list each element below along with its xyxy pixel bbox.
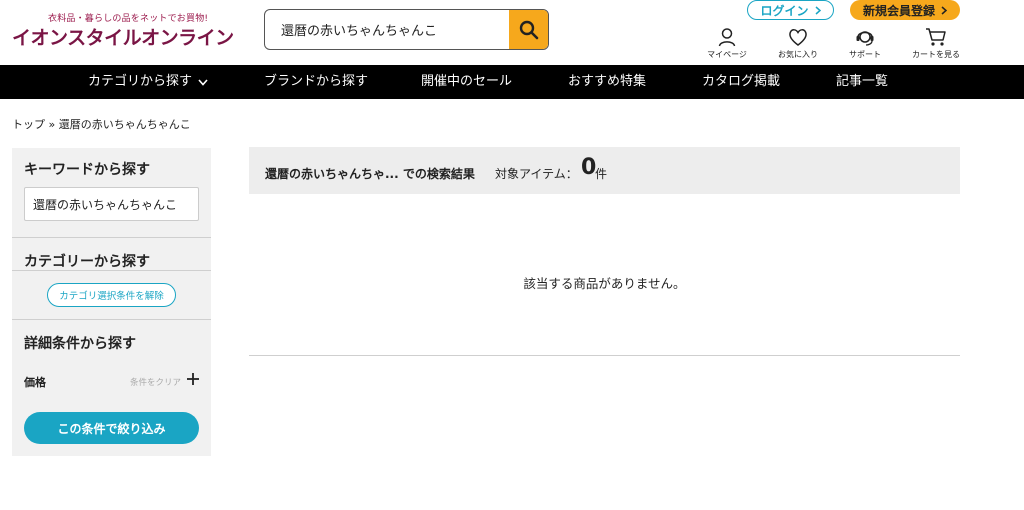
site-logo[interactable]: 衣料品・暮らしの品をネットでお買物! イオンスタイルオンライン	[12, 11, 234, 51]
no-results-message: 該当する商品がありません。	[523, 276, 686, 291]
cart-icon	[926, 28, 946, 46]
plus-icon[interactable]	[186, 372, 200, 386]
login-label: ログイン	[760, 3, 809, 18]
sidebar-divider	[12, 319, 211, 320]
chevron-right-icon	[941, 5, 947, 15]
register-button[interactable]: 新規会員登録	[850, 0, 960, 20]
site-header: 衣料品・暮らしの品をネットでお買物! イオンスタイルオンライン ログイン 新規会…	[0, 0, 1024, 65]
logo-text: イオンスタイルオンライン	[12, 27, 234, 49]
result-count-unit: 件	[595, 167, 608, 181]
cart-link[interactable]: カートを見る	[906, 27, 966, 63]
nav-articles-label: 記事一覧	[836, 74, 889, 89]
category-clear-button[interactable]: カテゴリ選択条件を解除	[47, 283, 176, 307]
support-link[interactable]: サポート	[835, 27, 895, 63]
breadcrumb[interactable]: トップ » 還暦の赤いちゃんちゃんこ	[12, 116, 191, 132]
filter-sidebar: キーワードから探す カテゴリーから探す カテゴリ選択条件を解除 詳細条件から探す…	[12, 148, 211, 456]
mypage-link[interactable]: マイページ	[697, 27, 757, 63]
price-clear-link[interactable]: 条件をクリア	[130, 376, 181, 388]
search-input[interactable]	[265, 10, 509, 49]
nav-catalog[interactable]: カタログ掲載	[702, 65, 780, 99]
nav-brand-label: ブランドから探す	[264, 74, 369, 89]
search-box	[264, 9, 549, 50]
chevron-down-icon	[198, 78, 208, 86]
apply-filter-button[interactable]: この条件で絞り込み	[24, 412, 199, 444]
nav-catalog-label: カタログ掲載	[702, 74, 781, 89]
search-button[interactable]	[509, 10, 548, 49]
sidebar-divider	[12, 237, 211, 238]
detail-heading: 詳細条件から探す	[24, 336, 136, 352]
cart-label: カートを見る	[912, 50, 960, 59]
login-button[interactable]: ログイン	[747, 0, 834, 20]
category-heading: カテゴリーから探す	[24, 254, 150, 270]
nav-category[interactable]: カテゴリから探す	[88, 65, 208, 99]
search-icon	[519, 20, 538, 39]
chevron-right-icon	[815, 5, 821, 15]
favorites-link[interactable]: お気に入り	[768, 27, 828, 63]
heart-icon	[789, 29, 807, 46]
nav-feature-label: おすすめ特集	[568, 74, 647, 89]
nav-articles[interactable]: 記事一覧	[836, 65, 888, 99]
result-query-text: 還暦の赤いちゃんちゃ... での検索結果	[265, 167, 475, 181]
mypage-label: マイページ	[707, 50, 747, 59]
sidebar-divider	[12, 270, 211, 271]
result-count-label: 対象アイテム：	[495, 167, 578, 181]
keyword-heading: キーワードから探す	[24, 162, 150, 178]
main-nav: カテゴリから探す ブランドから探す 開催中のセール おすすめ特集 カタログ掲載 …	[0, 65, 1024, 99]
support-label: サポート	[849, 50, 881, 59]
favorites-label: お気に入り	[778, 50, 818, 59]
nav-feature[interactable]: おすすめ特集	[568, 65, 646, 99]
nav-brand[interactable]: ブランドから探す	[264, 65, 368, 99]
user-icon	[718, 28, 736, 47]
nav-category-label: カテゴリから探す	[88, 74, 193, 89]
register-label: 新規会員登録	[862, 3, 935, 18]
nav-sale-label: 開催中のセール	[421, 74, 513, 89]
result-summary-bar: 還暦の赤いちゃんちゃ... での検索結果 対象アイテム： 0 件	[249, 147, 960, 194]
main-divider	[249, 355, 960, 356]
keyword-input[interactable]	[24, 187, 199, 221]
nav-sale[interactable]: 開催中のセール	[421, 65, 512, 99]
support-headset-icon	[856, 31, 874, 46]
price-label: 価格	[24, 376, 46, 389]
